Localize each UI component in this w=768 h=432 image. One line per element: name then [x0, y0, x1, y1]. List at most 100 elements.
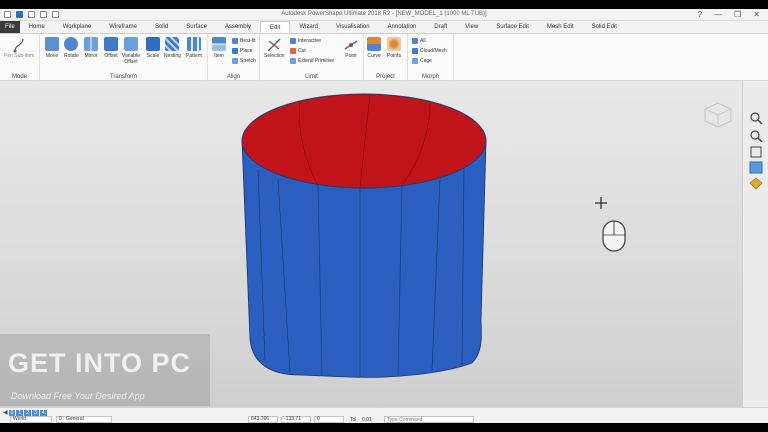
variable-offset-button[interactable]: Variable Offset: [122, 37, 140, 65]
limit-selection-icon: [267, 38, 281, 52]
limit-selection-button[interactable]: Selection: [264, 37, 285, 59]
morph-cage-button[interactable]: Cage: [412, 58, 432, 64]
variable-offset-icon: [123, 37, 138, 51]
view-toolbar: [742, 81, 768, 407]
tab-surface[interactable]: Surface: [177, 21, 216, 33]
extend-primitive-button[interactable]: Extend Primitive: [290, 58, 334, 64]
cut-button[interactable]: Cut: [290, 48, 306, 54]
nesting-icon: [165, 37, 180, 51]
close-button[interactable]: ✕: [753, 10, 760, 19]
window-title: Autodesk PowerShape Ultimate 2018 R2 - […: [281, 11, 487, 17]
group-label-align: Align: [226, 74, 241, 80]
pen-subitem-button[interactable]: Pen Sub-item: [4, 37, 34, 59]
group-label-project: Project: [376, 74, 395, 80]
layer-arrow-icon: ◀: [3, 410, 8, 416]
view-cube[interactable]: [703, 101, 733, 129]
layer-tab[interactable]: 3: [31, 409, 39, 416]
help-button[interactable]: ?: [698, 10, 702, 19]
restore-button[interactable]: ❐: [734, 10, 741, 19]
pattern-icon: [187, 37, 202, 51]
place-button[interactable]: Place: [232, 48, 253, 54]
group-label-transform: Transform: [109, 74, 138, 80]
tab-edit[interactable]: Edit: [259, 21, 291, 33]
tab-draft[interactable]: Draft: [425, 21, 456, 33]
layer-tab[interactable]: 0: [8, 409, 16, 416]
move-icon: [45, 37, 59, 51]
group-align: Item Best-fit Place Stretch Align: [208, 34, 260, 81]
level-select[interactable]: 0 : General: [56, 416, 112, 423]
best-fit-button[interactable]: Best-fit: [232, 38, 256, 44]
rotate-button[interactable]: Rotate: [64, 37, 79, 59]
limit-point-button[interactable]: Point: [344, 37, 358, 59]
tab-home[interactable]: Home: [20, 21, 54, 33]
minimize-button[interactable]: —: [714, 10, 722, 19]
group-limit: Selection Interactive Cut Extend Primiti…: [260, 34, 364, 81]
render-icon[interactable]: [749, 177, 763, 190]
mouse-icon: [602, 220, 626, 252]
x-coordinate-field[interactable]: 643.766: [248, 416, 278, 423]
y-coordinate-field[interactable]: -133.71: [281, 416, 311, 423]
stretch-icon: [232, 58, 238, 64]
workplane-select[interactable]: World: [10, 416, 52, 423]
tab-assembly[interactable]: Assembly: [216, 21, 260, 33]
project-points-icon: [387, 37, 401, 51]
command-input[interactable]: [384, 416, 474, 423]
zoom-icon[interactable]: [749, 111, 763, 124]
interactive-icon: [290, 38, 296, 44]
layer-tab[interactable]: 2: [24, 409, 31, 416]
offset-icon: [104, 37, 118, 51]
cloud-mesh-icon: [412, 48, 418, 54]
tab-wireframe[interactable]: Wireframe: [100, 21, 146, 33]
cut-icon: [290, 48, 296, 54]
project-curve-icon: [367, 37, 381, 51]
group-project: Curve Points Project: [364, 34, 408, 81]
extend-primitive-icon: [290, 58, 296, 64]
morph-cloud-mesh-button[interactable]: Cloud/Mesh: [412, 48, 447, 54]
project-points-button[interactable]: Points: [387, 37, 401, 59]
stretch-button[interactable]: Stretch: [232, 58, 256, 64]
limit-point-icon: [344, 40, 358, 50]
tab-annotation[interactable]: Annotation: [379, 21, 426, 33]
application-window: Autodesk PowerShape Ultimate 2018 R2 - […: [0, 9, 768, 423]
project-curve-button[interactable]: Curve: [367, 37, 381, 59]
tab-wizard[interactable]: Wizard: [290, 21, 327, 33]
tab-view[interactable]: View: [456, 21, 487, 33]
ribbon-tabs: File Home Workplane Wireframe Solid Surf…: [0, 21, 768, 34]
zoom-box-icon[interactable]: [749, 129, 763, 142]
interactive-button[interactable]: Interactive: [290, 38, 321, 44]
mirror-button[interactable]: Mirror: [84, 37, 98, 59]
morph-all-button[interactable]: All: [412, 38, 426, 44]
tab-solid-edit[interactable]: Solid Edit: [583, 21, 626, 33]
tab-visualisation[interactable]: Visualisation: [327, 21, 379, 33]
nesting-button[interactable]: Nesting: [164, 37, 181, 59]
place-icon: [232, 48, 238, 54]
pattern-button[interactable]: Pattern: [186, 37, 202, 59]
graphics-viewport[interactable]: GET INTO PC Download Free Your Desired A…: [0, 81, 742, 407]
view-box-icon[interactable]: [749, 145, 763, 158]
z-coordinate-field[interactable]: 0: [314, 416, 344, 423]
scale-button[interactable]: Scale: [146, 37, 160, 59]
watermark: GET INTO PC Download Free Your Desired A…: [0, 334, 210, 406]
group-label-mode: Mode: [11, 74, 27, 80]
align-item-button[interactable]: Item: [212, 37, 226, 59]
move-button[interactable]: Move: [45, 37, 59, 59]
tub-inner-surface[interactable]: [241, 93, 487, 189]
tab-workplane[interactable]: Workplane: [54, 21, 101, 33]
best-fit-icon: [232, 38, 238, 44]
tab-file[interactable]: File: [0, 21, 20, 33]
group-morph: All Cloud/Mesh Cage Morph: [408, 34, 454, 81]
window-controls: ? — ❐ ✕: [698, 10, 760, 19]
watermark-subtitle: Download Free Your Desired App: [11, 391, 145, 401]
tab-surface-edit[interactable]: Surface Edit: [487, 21, 538, 33]
tab-mesh-edit[interactable]: Mesh Edit: [538, 21, 583, 33]
watermark-title: GET INTO PC: [8, 348, 192, 378]
tolerance-value[interactable]: 0.01: [362, 417, 372, 423]
offset-button[interactable]: Offset: [104, 37, 118, 59]
rotate-icon: [64, 37, 79, 51]
layer-tab[interactable]: 4: [39, 409, 47, 416]
group-mode: Pen Sub-item Mode: [0, 34, 40, 81]
layer-tab[interactable]: 1: [16, 409, 24, 416]
mirror-icon: [84, 37, 98, 51]
shaded-icon[interactable]: [749, 161, 763, 174]
tab-solid[interactable]: Solid: [146, 21, 177, 33]
